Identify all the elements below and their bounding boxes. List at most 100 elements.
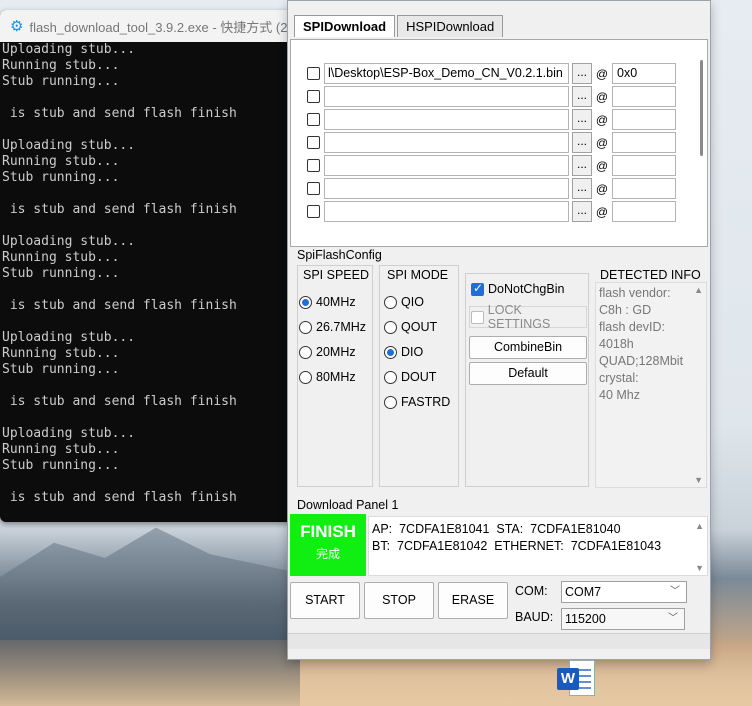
file-list-scrollbar[interactable] <box>700 60 703 156</box>
lock-settings-checkbox[interactable]: LOCK SETTINGS <box>469 303 587 331</box>
radio-fastrd[interactable]: FASTRD <box>384 395 450 409</box>
browse-button[interactable]: ... <box>572 132 592 153</box>
file-enable-checkbox[interactable] <box>307 90 320 103</box>
file-enable-checkbox[interactable] <box>307 182 320 195</box>
file-path-field[interactable] <box>324 109 569 130</box>
checkbox-box[interactable] <box>471 281 484 296</box>
download-panel-label: Download Panel 1 <box>297 498 399 512</box>
file-path-field[interactable] <box>324 132 569 153</box>
browse-button[interactable]: ... <box>572 178 592 199</box>
detected-info-line: flash devID: <box>599 320 666 334</box>
radio-dot[interactable] <box>384 345 397 359</box>
at-label: @ <box>595 89 609 104</box>
word-document-icon[interactable]: W <box>557 660 597 698</box>
detected-info-label: DETECTED INFO <box>600 268 701 282</box>
file-row: l\Desktop\ESP-Box_Demo_CN_V0.2.1.bin... @… <box>291 62 676 85</box>
console-window: ⚙ flash_download_tool_3.9.2.exe - 快捷方式 (… <box>0 10 296 522</box>
at-label: @ <box>595 112 609 127</box>
flash-address-field[interactable]: 0x0 <box>612 63 676 84</box>
file-enable-checkbox[interactable] <box>307 136 320 149</box>
console-line: Running stub... <box>2 58 120 73</box>
checkbox-box[interactable] <box>471 310 484 324</box>
chevron-down-icon: ﹀ <box>668 613 678 624</box>
file-enable-checkbox[interactable] <box>307 205 320 218</box>
radio-dot[interactable] <box>299 370 312 384</box>
mac-line-ap-sta: AP: 7CDFA1E81041 STA: 7CDFA1E81040 <box>372 522 621 536</box>
radio-label: 40MHz <box>316 295 356 309</box>
file-enable-checkbox[interactable] <box>307 159 320 172</box>
radio-dot[interactable] <box>384 370 397 384</box>
tab-bar: SPIDownload HSPIDownload <box>294 15 505 37</box>
console-line: is stub and send flash finish <box>2 394 237 409</box>
file-path-field[interactable]: l\Desktop\ESP-Box_Demo_CN_V0.2.1.bin <box>324 63 569 84</box>
mac-line-bt-ethernet: BT: 7CDFA1E81042 ETHERNET: 7CDFA1E81043 <box>372 539 662 553</box>
gear-icon: ⚙ <box>10 18 24 35</box>
flash-address-field[interactable] <box>612 178 676 199</box>
file-path-field[interactable] <box>324 155 569 176</box>
scroll-down-icon[interactable]: ▼ <box>694 475 703 485</box>
radio-80mhz[interactable]: 80MHz <box>299 370 356 384</box>
scroll-up-icon[interactable]: ▲ <box>695 521 704 531</box>
file-path-field[interactable] <box>324 86 569 107</box>
radio-dot[interactable] <box>384 295 397 309</box>
tab-hspidownload[interactable]: HSPIDownload <box>397 15 504 37</box>
baud-rate-select[interactable]: 115200 ﹀ <box>561 608 685 630</box>
erase-button[interactable]: ERASE <box>438 582 508 619</box>
radio-qio[interactable]: QIO <box>384 295 424 309</box>
file-enable-checkbox[interactable] <box>307 67 320 80</box>
radio-dio[interactable]: DIO <box>384 345 423 359</box>
combine-bin-button[interactable]: CombineBin <box>469 336 587 359</box>
radio-dot[interactable] <box>299 345 312 359</box>
console-line: is stub and send flash finish <box>2 298 237 313</box>
console-title: flash_download_tool_3.9.2.exe - 快捷方式 (2) <box>29 19 292 35</box>
flash-address-field[interactable] <box>612 132 676 153</box>
console-line: is stub and send flash finish <box>2 202 237 217</box>
flash-address-field[interactable] <box>612 201 676 222</box>
com-label: COM: <box>515 584 548 598</box>
console-titlebar[interactable]: ⚙ flash_download_tool_3.9.2.exe - 快捷方式 (… <box>0 10 296 42</box>
file-row: ... @ <box>291 154 676 177</box>
com-port-select[interactable]: COM7 ﹀ <box>561 581 687 603</box>
mac-info-box: AP: 7CDFA1E81041 STA: 7CDFA1E81040 BT: 7… <box>368 516 708 576</box>
radio-qout[interactable]: QOUT <box>384 320 437 334</box>
default-button[interactable]: Default <box>469 362 587 385</box>
radio-dot[interactable] <box>299 320 312 334</box>
browse-button[interactable]: ... <box>572 86 592 107</box>
flash-address-field[interactable] <box>612 86 676 107</box>
do-not-chg-bin-checkbox[interactable]: DoNotChgBin <box>471 281 564 296</box>
flash-address-field[interactable] <box>612 109 676 130</box>
file-path-field[interactable] <box>324 178 569 199</box>
radio-40mhz[interactable]: 40MHz <box>299 295 356 309</box>
browse-button[interactable]: ... <box>572 109 592 130</box>
browse-button[interactable]: ... <box>572 201 592 222</box>
detected-info-line: QUAD;128Mbit <box>599 354 684 368</box>
stop-button[interactable]: STOP <box>364 582 434 619</box>
file-path-field[interactable] <box>324 201 569 222</box>
browse-button[interactable]: ... <box>572 63 592 84</box>
radio-20mhz[interactable]: 20MHz <box>299 345 356 359</box>
flash-address-field[interactable] <box>612 155 676 176</box>
start-button[interactable]: START <box>290 582 360 619</box>
finish-status: FINISH 完成 <box>290 514 366 576</box>
radio-label: FASTRD <box>401 395 451 409</box>
radio-dot[interactable] <box>299 295 312 309</box>
radio-dot[interactable] <box>384 320 397 334</box>
file-enable-checkbox[interactable] <box>307 113 320 126</box>
radio-dot[interactable] <box>384 395 397 409</box>
flash-tool-window: SPIDownload HSPIDownload l\Desktop\ESP-B… <box>287 0 711 660</box>
radio-26-7mhz[interactable]: 26.7MHz <box>299 320 366 334</box>
file-row: ... @ <box>291 108 676 131</box>
console-line: Stub running... <box>2 74 120 89</box>
radio-label: DOUT <box>401 370 437 384</box>
browse-button[interactable]: ... <box>572 155 592 176</box>
scroll-up-icon[interactable]: ▲ <box>694 285 703 295</box>
console-line: Stub running... <box>2 266 120 281</box>
radio-dout[interactable]: DOUT <box>384 370 436 384</box>
tab-spidownload[interactable]: SPIDownload <box>294 15 396 37</box>
scroll-down-icon[interactable]: ▼ <box>695 563 704 573</box>
